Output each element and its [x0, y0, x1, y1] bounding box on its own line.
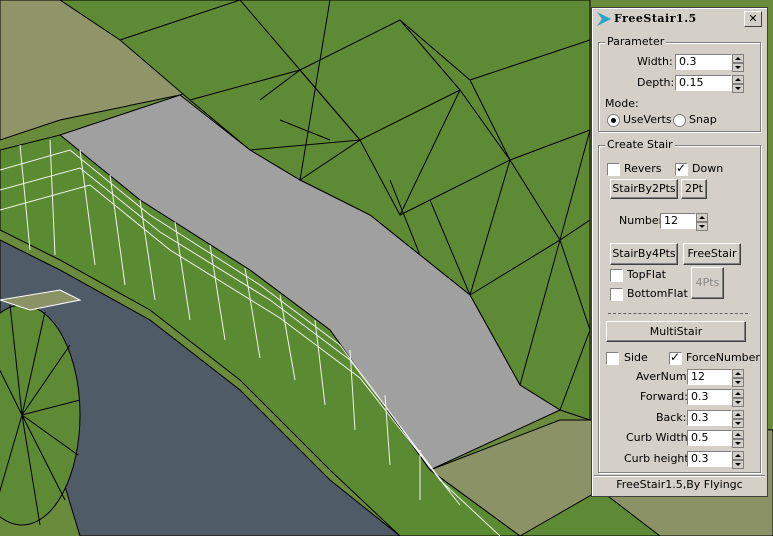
number-up-arrow-icon[interactable]	[696, 213, 708, 222]
4pts-button[interactable]: 4Pts	[691, 267, 724, 299]
bottom-flat-label: BottomFlat	[627, 287, 688, 300]
free-stair-button[interactable]: FreeStair	[683, 243, 741, 265]
mode-label: Mode:	[605, 97, 639, 110]
curb-height-up-arrow-icon[interactable]	[732, 451, 744, 460]
depth-up-arrow-icon[interactable]	[732, 75, 744, 84]
width-field[interactable]: 0.3	[675, 54, 732, 70]
create-stair-group-title: Create Stair	[605, 138, 675, 151]
curb-height-label: Curb height:	[624, 452, 693, 465]
depth-down-arrow-icon[interactable]	[732, 84, 744, 93]
number-arrows[interactable]	[696, 213, 708, 231]
number-field[interactable]: 12	[660, 213, 696, 229]
top-flat-label: TopFlat	[627, 268, 666, 281]
snap-radio[interactable]	[673, 114, 686, 127]
forward-field[interactable]: 0.3	[687, 389, 732, 405]
snap-label: Snap	[689, 113, 717, 126]
curb-width-label: Curb Width:	[626, 431, 692, 444]
force-number-checkbox[interactable]	[669, 350, 682, 365]
curb-width-up-arrow-icon[interactable]	[732, 430, 744, 439]
width-down-arrow-icon[interactable]	[732, 63, 744, 72]
stair-by-4pts-button[interactable]: StairBy4Pts	[610, 243, 678, 265]
create-stair-group: Create Stair Revers Down StairBy2Pts 2Pt…	[598, 138, 761, 473]
width-up-arrow-icon[interactable]	[732, 54, 744, 63]
down-checkbox[interactable]	[675, 161, 688, 176]
side-label: Side	[624, 351, 648, 364]
back-arrows[interactable]	[732, 410, 744, 428]
curb-height-down-arrow-icon[interactable]	[732, 460, 744, 469]
window-title: FreeStair1.5	[614, 12, 697, 25]
aver-num-up-arrow-icon[interactable]	[732, 369, 744, 378]
max-logo-icon	[597, 12, 611, 26]
top-flat-checkbox[interactable]	[610, 269, 623, 282]
back-up-arrow-icon[interactable]	[732, 410, 744, 419]
2pt-button[interactable]: 2Pt	[681, 179, 707, 199]
bottom-flat-checkbox[interactable]	[610, 288, 623, 301]
useverts-label: UseVerts	[623, 113, 672, 126]
width-arrows[interactable]	[732, 54, 744, 72]
separator-line	[608, 313, 748, 314]
depth-label: Depth:	[637, 76, 675, 89]
back-label: Back:	[656, 411, 687, 424]
stair-by-2pts-button[interactable]: StairBy2Pts	[610, 179, 678, 199]
down-label: Down	[692, 162, 724, 175]
curb-width-down-arrow-icon[interactable]	[732, 439, 744, 448]
parameter-group: Parameter Width: 0.3 Depth: 0.15 Mode: U…	[598, 35, 761, 132]
force-number-label: ForceNumber	[686, 351, 760, 364]
revers-checkbox[interactable]	[607, 163, 620, 176]
parameter-group-title: Parameter	[605, 35, 667, 48]
freestair-panel: FreeStair1.5 ✕ Parameter Width: 0.3 Dept…	[591, 7, 768, 497]
back-field[interactable]: 0.3	[687, 410, 732, 426]
forward-arrows[interactable]	[732, 389, 744, 407]
number-down-arrow-icon[interactable]	[696, 222, 708, 231]
curb-height-arrows[interactable]	[732, 451, 744, 469]
number-label: Number	[619, 214, 664, 227]
aver-num-arrows[interactable]	[732, 369, 744, 387]
useverts-radio[interactable]	[607, 114, 620, 127]
curb-width-arrows[interactable]	[732, 430, 744, 448]
revers-label: Revers	[624, 162, 662, 175]
side-checkbox[interactable]	[606, 352, 619, 365]
back-down-arrow-icon[interactable]	[732, 419, 744, 428]
depth-field[interactable]: 0.15	[675, 75, 732, 91]
forward-down-arrow-icon[interactable]	[732, 398, 744, 407]
aver-num-down-arrow-icon[interactable]	[732, 378, 744, 387]
footer-credit: FreeStair1.5,By Flyingc	[594, 475, 765, 494]
forward-label: Forward:	[640, 390, 688, 403]
close-button[interactable]: ✕	[744, 11, 762, 27]
aver-num-label: AverNum:	[636, 370, 691, 383]
depth-arrows[interactable]	[732, 75, 744, 93]
curb-height-field[interactable]: 0.3	[687, 451, 732, 467]
title-bar[interactable]: FreeStair1.5 ✕	[594, 10, 765, 28]
curb-width-field[interactable]: 0.5	[687, 430, 732, 446]
multi-stair-button[interactable]: MultiStair	[606, 321, 746, 342]
forward-up-arrow-icon[interactable]	[732, 389, 744, 398]
aver-num-field[interactable]: 12	[687, 369, 732, 385]
width-label: Width:	[637, 55, 673, 68]
